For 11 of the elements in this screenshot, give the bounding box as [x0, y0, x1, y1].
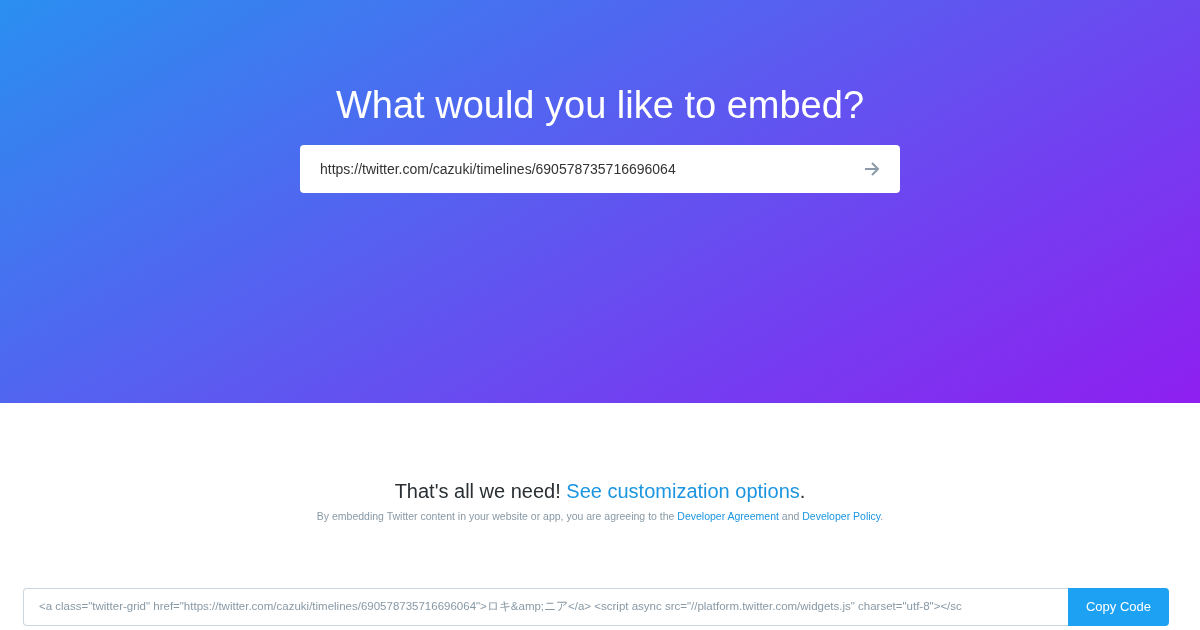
hero-title: What would you like to embed?: [335, 83, 865, 128]
arrow-right-icon[interactable]: [864, 162, 880, 176]
url-field[interactable]: https://twitter.com/cazuki/timelines/690578735716696064: [300, 145, 900, 193]
customization-link[interactable]: See customization options: [566, 480, 800, 502]
copy-code-button[interactable]: Copy Code: [1068, 587, 1169, 626]
terms-notice: By embedding Twitter content in your website or app, you are agreeing to the Developer Agreement and Developer Policy.: [316, 509, 884, 524]
result-headline: That's all we need! See customization options.: [394, 479, 806, 503]
embed-code: <a class="twitter-grid" href="https://twitter.com/cazuki/timelines/690578735716696064">ロキ&amp;ニア</a> <script async src="//platform.twitter.com/widgets.js" charset="utf-8"></sc: [39, 599, 962, 615]
url-input[interactable]: https://twitter.com/cazuki/timelines/690578735716696064: [320, 158, 864, 180]
embed-code-field[interactable]: <a class="twitter-grid" href="https://twitter.com/cazuki/timelines/690578735716696064">ロキ&amp;ニア</a> <script async src="//platform.twitter.com/widgets.js" charset="utf-8"></sc: [23, 587, 1068, 626]
policy-link[interactable]: Developer Agreement: [677, 510, 779, 522]
